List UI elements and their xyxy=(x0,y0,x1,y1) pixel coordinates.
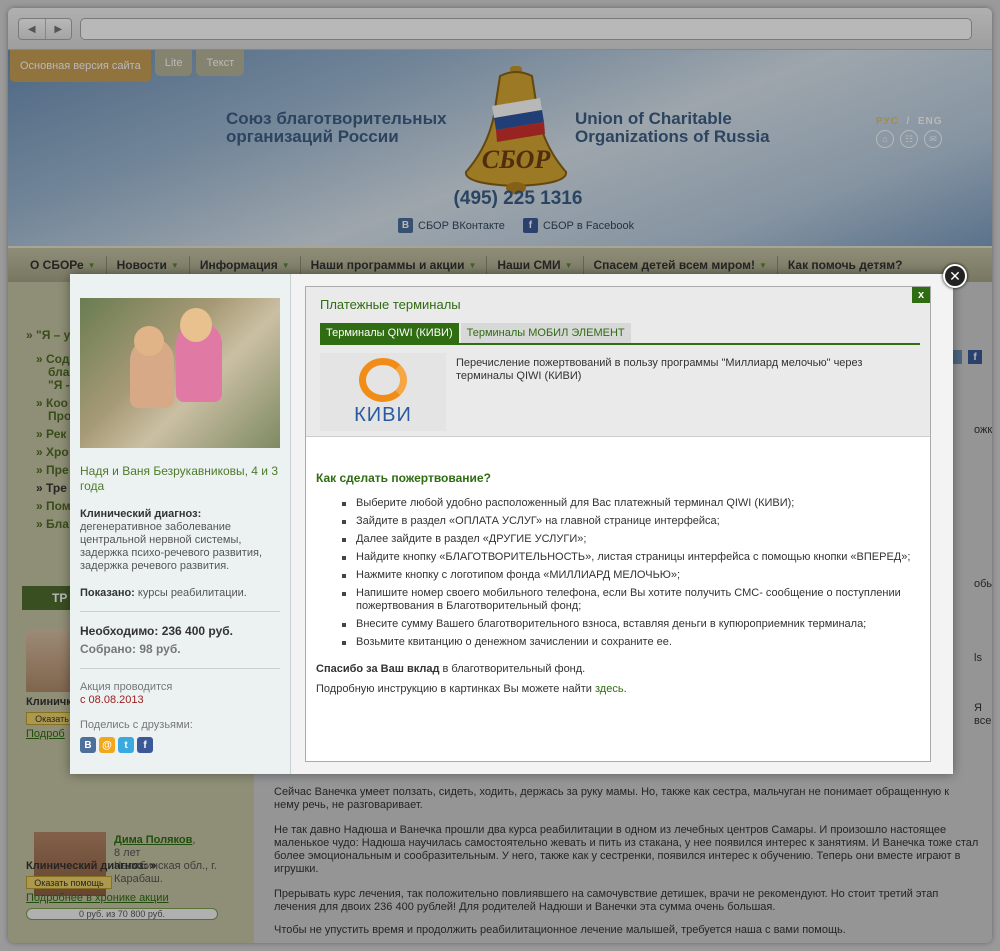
diagnosis: Клинический диагноз: дегенеративное забол… xyxy=(80,508,280,573)
twitter-icon[interactable]: t xyxy=(118,737,134,753)
action-period: Акция проводится с 08.08.2013 xyxy=(80,681,280,707)
qiwi-logo-text: КИВИ xyxy=(354,403,412,426)
step-item: Внесите сумму Вашего благотворительного … xyxy=(342,618,916,631)
children-photo xyxy=(80,298,280,448)
indication: Показано: курсы реабилитации. xyxy=(80,587,280,599)
donation-modal: Надя и Ваня Безрукавниковы, 4 и 3 года К… xyxy=(70,274,953,774)
donation-steps: Выберите любой удобно расположенный для … xyxy=(342,497,916,654)
tab-qiwi[interactable]: Терминалы QIWI (КИВИ) xyxy=(320,323,459,343)
amount-collected: Собрано: 98 руб. xyxy=(80,642,181,656)
close-modal-icon[interactable]: ✕ xyxy=(943,264,967,288)
instructions-end: . xyxy=(623,683,627,695)
action-date: с 08.08.2013 xyxy=(80,694,144,706)
tab-mobil-element[interactable]: Терминалы МОБИЛ ЭЛЕМЕНТ xyxy=(460,323,631,343)
step-item: Зайдите в раздел «ОПЛАТА УСЛУГ» на главн… xyxy=(342,515,916,528)
step-item: Нажмите кнопку с логотипом фонда «МИЛЛИА… xyxy=(342,569,916,582)
instructions-label: Подробную инструкцию в картинках Вы може… xyxy=(316,683,595,695)
payment-terminals-panel: Платежные терминалы x Терминалы QIWI (КИ… xyxy=(305,286,931,762)
instructions-text: Подробную инструкцию в картинках Вы може… xyxy=(316,683,627,695)
thanks-rest: в благотворительный фонд. xyxy=(439,663,586,675)
amount-needed: Необходимо: 236 400 руб. xyxy=(80,624,234,638)
divider xyxy=(80,668,280,669)
step-item: Выберите любой удобно расположенный для … xyxy=(342,497,916,510)
howto-title: Как сделать пожертвование? xyxy=(316,471,491,485)
child-name: Надя и Ваня Безрукавниковы, 4 и 3 года xyxy=(80,464,279,493)
divider xyxy=(80,611,280,612)
close-panel-button[interactable]: x xyxy=(912,287,930,303)
step-item: Напишите номер своего мобильного телефон… xyxy=(342,587,916,613)
photo-figure xyxy=(134,326,164,356)
step-item: Далее зайдите в раздел «ДРУГИЕ УСЛУГИ»; xyxy=(342,533,916,546)
thanks-bold: Спасибо за Ваш вклад xyxy=(316,663,440,675)
share-buttons: В @ t f xyxy=(80,737,280,753)
action-label: Акция проводится xyxy=(80,681,173,693)
mail-icon[interactable]: @ xyxy=(99,737,115,753)
vk-icon[interactable]: В xyxy=(80,737,96,753)
terminals-title: Платежные терминалы xyxy=(320,297,461,312)
step-item: Возьмите квитанцию о денежном зачислении… xyxy=(342,636,916,649)
qiwi-logo: КИВИ xyxy=(320,353,446,431)
share-label: Поделись с друзьями: xyxy=(80,719,193,731)
photo-figure xyxy=(180,308,212,342)
child-sidebar: Надя и Ваня Безрукавниковы, 4 и 3 года К… xyxy=(70,274,291,774)
diagnosis-text: дегенеративное заболевание центральной н… xyxy=(80,521,262,572)
terminal-description: Перечисление пожертвований в пользу прог… xyxy=(456,357,863,382)
indication-label: Показано: xyxy=(80,587,135,599)
indication-text: курсы реабилитации. xyxy=(137,587,247,599)
terminal-tabs: Терминалы QIWI (КИВИ) Терминалы МОБИЛ ЭЛ… xyxy=(320,323,920,345)
terminals-header: Платежные терминалы x Терминалы QIWI (КИ… xyxy=(306,287,930,437)
thanks-text: Спасибо за Ваш вклад в благотворительный… xyxy=(316,663,585,675)
diagnosis-label: Клинический диагноз: xyxy=(80,508,202,520)
step-item: Найдите кнопку «БЛАГОТВОРИТЕЛЬНОСТЬ», ли… xyxy=(342,551,916,564)
qiwi-ring-icon xyxy=(359,357,407,402)
facebook-icon[interactable]: f xyxy=(137,737,153,753)
instructions-link[interactable]: здесь xyxy=(595,683,624,695)
